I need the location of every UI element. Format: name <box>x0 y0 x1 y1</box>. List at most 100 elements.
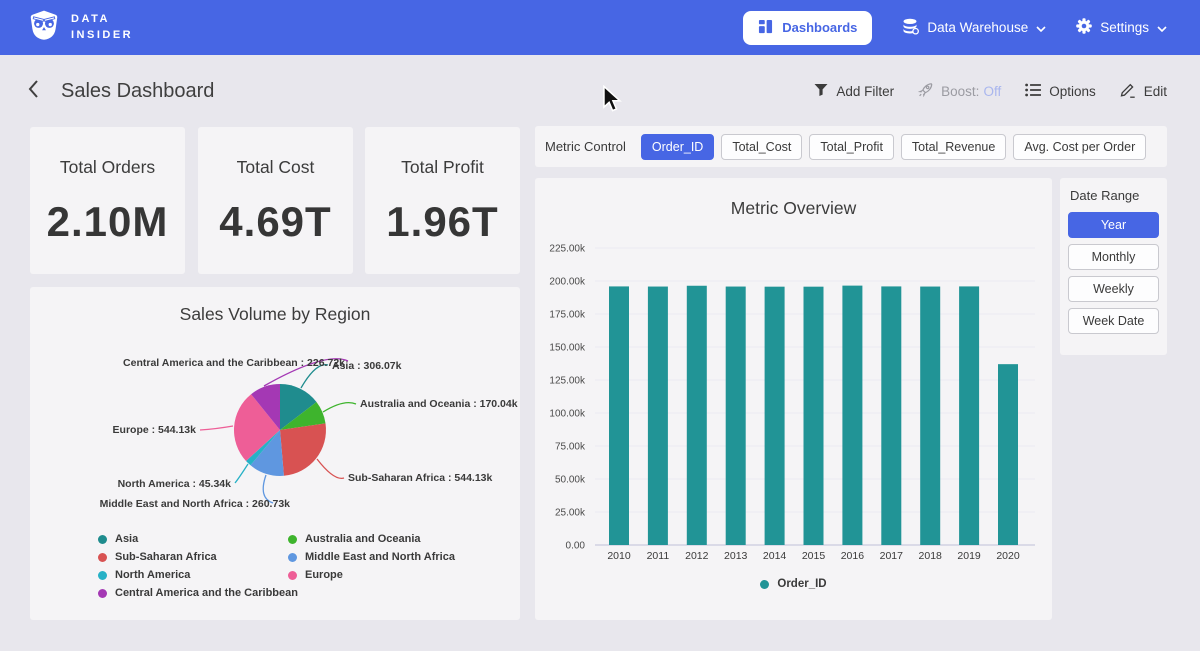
bar-2018[interactable] <box>920 287 940 545</box>
pie-label-europe: Europe : 544.13k <box>113 424 197 436</box>
rocket-icon <box>918 82 933 100</box>
pencil-icon <box>1120 82 1136 101</box>
page-header: Sales Dashboard Add Filter Boost: Off <box>0 55 1200 127</box>
x-axis-tick-label: 2011 <box>647 550 670 562</box>
legend-item-central-america-and-the-caribbean[interactable]: Central America and the Caribbean <box>98 587 298 599</box>
bar-2017[interactable] <box>881 286 901 545</box>
date-range-option-weekly[interactable]: Weekly <box>1068 276 1159 302</box>
x-axis-tick-label: 2012 <box>685 550 709 562</box>
kpi-label: Total Profit <box>401 157 484 178</box>
date-range-label: Date Range <box>1068 188 1159 203</box>
y-axis-tick-label: 150.00k <box>549 343 586 354</box>
page-title: Sales Dashboard <box>61 80 214 103</box>
bar-2010[interactable] <box>609 286 629 545</box>
y-axis-tick-label: 50.00k <box>555 475 586 486</box>
options-button[interactable]: Options <box>1025 83 1096 100</box>
database-icon <box>902 18 919 38</box>
pie-leader-line <box>323 403 356 412</box>
pie-legend-column-1: Asia Sub-Saharan Africa North America Centr… <box>98 533 298 599</box>
nav-data-warehouse-label: Data Warehouse <box>927 20 1028 35</box>
y-axis-tick-label: 125.00k <box>549 376 586 387</box>
bar-2016[interactable] <box>842 286 862 545</box>
legend-dot <box>288 535 297 544</box>
pie-label-sub-saharan-africa: Sub-Saharan Africa : 544.13k <box>348 472 492 484</box>
chevron-down-icon <box>1036 20 1046 35</box>
legend-dot <box>288 571 297 580</box>
bar-2020[interactable] <box>998 364 1018 545</box>
bar-chart-card: Metric Overview 0.0025.00k50.00k75.00k10… <box>535 178 1052 620</box>
legend-item-middle-east-and-north-africa[interactable]: Middle East and North Africa <box>288 551 455 563</box>
metric-option-order-id[interactable]: Order_ID <box>641 134 714 160</box>
back-button[interactable] <box>28 80 39 103</box>
pie-leader-line <box>200 426 233 430</box>
metric-control-label: Metric Control <box>545 139 626 154</box>
metric-option-total-revenue[interactable]: Total_Revenue <box>901 134 1006 160</box>
pie-leader-line <box>317 459 344 478</box>
y-axis-tick-label: 25.00k <box>555 508 586 519</box>
date-range-option-monthly[interactable]: Monthly <box>1068 244 1159 270</box>
pie-legend-column-2: Australia and Oceania Middle East and Nor… <box>288 533 455 581</box>
nav-dashboards-button[interactable]: Dashboards <box>743 11 872 45</box>
bar-2019[interactable] <box>959 286 979 545</box>
edit-button[interactable]: Edit <box>1120 82 1167 101</box>
metric-option-total-profit[interactable]: Total_Profit <box>809 134 894 160</box>
bar-2015[interactable] <box>804 287 824 545</box>
legend-item-order-id[interactable]: Order_ID <box>760 578 826 590</box>
kpi-label: Total Orders <box>60 157 155 178</box>
x-axis-tick-label: 2016 <box>841 550 865 562</box>
bar-2013[interactable] <box>726 287 746 545</box>
x-axis-tick-label: 2019 <box>957 550 981 562</box>
metric-option-avg-cost-per-order[interactable]: Avg. Cost per Order <box>1013 134 1146 160</box>
legend-dot <box>98 571 107 580</box>
x-axis-tick-label: 2015 <box>802 550 826 562</box>
legend-item-europe[interactable]: Europe <box>288 569 455 581</box>
legend-dot <box>288 553 297 562</box>
legend-dot <box>98 535 107 544</box>
bar-2011[interactable] <box>648 287 668 545</box>
pie-label-north-america: North America : 45.34k <box>118 478 232 490</box>
owl-logo-icon <box>28 9 60 46</box>
kpi-label: Total Cost <box>237 157 315 178</box>
legend-item-north-america[interactable]: North America <box>98 569 298 581</box>
kpi-total-orders: Total Orders 2.10M <box>30 127 185 274</box>
chevron-down-icon <box>1157 20 1167 35</box>
nav-data-warehouse[interactable]: Data Warehouse <box>902 18 1046 38</box>
legend-item-sub-saharan-africa[interactable]: Sub-Saharan Africa <box>98 551 298 563</box>
x-axis-tick-label: 2018 <box>919 550 943 562</box>
brand-name: DATA INSIDER <box>71 12 133 44</box>
nav-settings[interactable]: Settings <box>1076 18 1167 37</box>
pie-label-central-america-and-the-caribbean: Central America and the Caribbean : 226.… <box>123 357 345 369</box>
top-navbar: DATA INSIDER Dashboards <box>0 0 1200 55</box>
x-axis-tick-label: 2010 <box>607 550 631 562</box>
x-axis-tick-label: 2014 <box>763 550 787 562</box>
brand: DATA INSIDER <box>28 9 133 46</box>
y-axis-tick-label: 175.00k <box>549 310 586 321</box>
kpi-total-profit: Total Profit 1.96T <box>365 127 520 274</box>
bar-chart: 0.0025.00k50.00k75.00k100.00k125.00k150.… <box>535 178 1052 620</box>
date-range-option-year[interactable]: Year <box>1068 212 1159 238</box>
bar-2012[interactable] <box>687 286 707 545</box>
nav-settings-label: Settings <box>1100 20 1149 35</box>
bar-2014[interactable] <box>765 287 785 545</box>
legend-dot <box>98 589 107 598</box>
pie-slice-sub-saharan-africa[interactable] <box>280 423 326 475</box>
metric-control-bar: Metric Control Order_ID Total_Cost Total_P… <box>535 126 1167 167</box>
list-options-icon <box>1025 83 1041 100</box>
y-axis-tick-label: 200.00k <box>549 277 586 288</box>
x-axis-tick-label: 2013 <box>724 550 748 562</box>
legend-dot <box>760 580 769 589</box>
legend-item-asia[interactable]: Asia <box>98 533 298 545</box>
gear-icon <box>1076 18 1092 37</box>
y-axis-tick-label: 225.00k <box>549 244 586 255</box>
legend-item-australia-and-oceania[interactable]: Australia and Oceania <box>288 533 455 545</box>
dashboard-grid-icon <box>758 19 773 37</box>
boost-toggle[interactable]: Boost: Off <box>918 82 1001 100</box>
metric-option-total-cost[interactable]: Total_Cost <box>721 134 802 160</box>
y-axis-tick-label: 100.00k <box>549 409 586 420</box>
y-axis-tick-label: 75.00k <box>555 442 586 453</box>
date-range-option-week-date[interactable]: Week Date <box>1068 308 1159 334</box>
x-axis-tick-label: 2020 <box>996 550 1020 562</box>
add-filter-button[interactable]: Add Filter <box>814 83 894 100</box>
kpi-value: 4.69T <box>219 198 331 246</box>
nav-dashboards-label: Dashboards <box>782 20 857 35</box>
